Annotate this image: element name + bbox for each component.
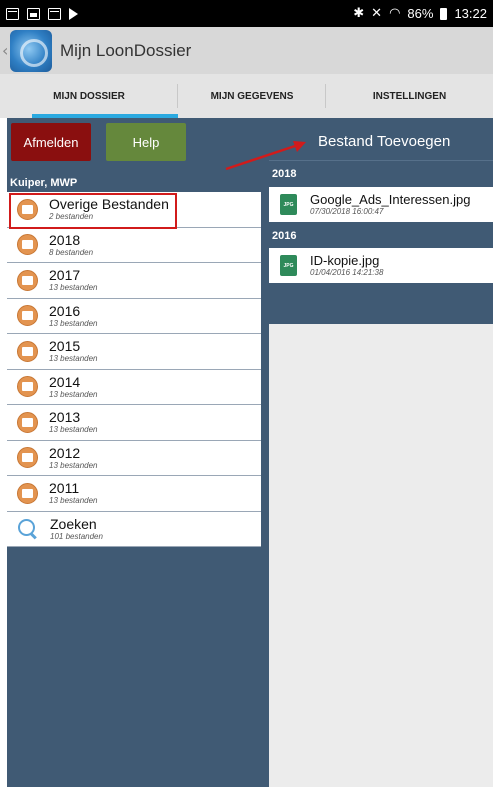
file-date: 01/04/2016 14:21:38 xyxy=(310,268,384,277)
tab-mijn-dossier[interactable]: MIJN DOSSIER xyxy=(0,74,178,118)
folder-name: 2014 xyxy=(49,373,81,390)
folder-item-2011[interactable]: 2011 13 bestanden xyxy=(7,476,261,512)
file-date: 07/30/2018 16:00:47 xyxy=(310,207,384,216)
clock: 13:22 xyxy=(454,6,487,21)
folder-count: 13 bestanden xyxy=(49,425,98,435)
folder-count: 13 bestanden xyxy=(49,389,98,399)
folder-icon xyxy=(17,447,38,469)
selection-highlight xyxy=(9,193,177,229)
wifi-icon: ◠ xyxy=(389,6,401,21)
gallery-icon xyxy=(27,7,40,20)
section-header-2016: 2016 xyxy=(272,230,297,242)
app-title: Mijn LoonDossier xyxy=(60,40,192,60)
folder-item-zoeken[interactable]: Zoeken 101 bestanden xyxy=(7,512,261,547)
folder-item-2018[interactable]: 2018 8 bestanden xyxy=(7,228,261,263)
folder-item-2014[interactable]: 2014 13 bestanden xyxy=(7,370,261,405)
tab-label: INSTELLINGEN xyxy=(372,90,447,102)
folder-icon xyxy=(17,269,38,291)
folder-count: 8 bestanden xyxy=(49,247,94,257)
folder-count: 101 bestanden xyxy=(50,531,103,541)
user-name: Kuiper, MWP xyxy=(10,177,78,189)
battery-icon xyxy=(440,7,448,20)
folder-name: 2013 xyxy=(49,409,81,426)
folder-name: 2017 xyxy=(49,267,81,284)
folder-icon xyxy=(17,305,38,327)
folder-name: 2011 xyxy=(49,480,80,497)
tab-label: MIJN DOSSIER xyxy=(53,90,125,102)
file-row-google-ads[interactable]: JPG Google_Ads_Interessen.jpg 07/30/2018… xyxy=(269,187,493,222)
folder-icon xyxy=(17,376,38,398)
status-bar: ✱ ✕ ◠ 86% 13:22 xyxy=(0,0,493,27)
section-header-2018: 2018 xyxy=(272,168,297,180)
file-name: Google_Ads_Interessen.jpg xyxy=(310,192,471,207)
folder-name: 2015 xyxy=(49,338,81,355)
folder-count: 13 bestanden xyxy=(49,460,98,470)
file-row-id-kopie[interactable]: JPG ID-kopie.jpg 01/04/2016 14:21:38 xyxy=(269,248,493,283)
folder-item-2016[interactable]: 2016 13 bestanden xyxy=(7,299,261,334)
folder-count: 13 bestanden xyxy=(49,496,98,506)
folder-icon xyxy=(17,411,38,433)
logout-button[interactable]: Afmelden xyxy=(11,123,91,161)
folder-name: 2016 xyxy=(49,302,81,319)
play-store-icon xyxy=(69,7,78,20)
folder-name: 2012 xyxy=(49,444,81,461)
app-root: ✱ ✕ ◠ 86% 13:22 ‹ Mijn LoonDossier MIJN … xyxy=(0,0,493,787)
folder-item-2015[interactable]: 2015 13 bestanden xyxy=(7,334,261,370)
folder-item-2012[interactable]: 2012 13 bestanden xyxy=(7,441,261,476)
help-button[interactable]: Help xyxy=(106,123,186,161)
folder-icon xyxy=(17,340,38,362)
file-panel: Bestand Toevoegen 2018 JPG Google_Ads_In… xyxy=(269,118,493,787)
search-icon xyxy=(17,518,39,540)
folder-name: 2018 xyxy=(49,231,81,248)
battery-percent: 86% xyxy=(407,6,434,21)
back-chevron-icon[interactable]: ‹ xyxy=(0,41,10,60)
folder-icon xyxy=(17,234,38,256)
app-bar: ‹ Mijn LoonDossier xyxy=(0,27,493,74)
folder-item-2013[interactable]: 2013 13 bestanden xyxy=(7,405,261,441)
file-name: ID-kopie.jpg xyxy=(310,253,380,268)
tab-label: MIJN GEGEVENS xyxy=(210,90,294,102)
mute-icon: ✕ xyxy=(371,6,383,21)
folder-list: Overige Bestanden 2 bestanden 2018 8 bes… xyxy=(7,192,261,547)
folder-item-overige-bestanden[interactable]: Overige Bestanden 2 bestanden xyxy=(7,192,261,229)
folder-icon xyxy=(17,482,38,504)
calendar-icon xyxy=(6,7,19,20)
tab-instellingen[interactable]: INSTELLINGEN xyxy=(326,74,493,118)
tab-mijn-gegevens[interactable]: MIJN GEGEVENS xyxy=(178,74,326,118)
folder-count: 13 bestanden xyxy=(49,354,98,364)
add-file-button[interactable]: Bestand Toevoegen xyxy=(269,123,493,161)
folder-panel: Afmelden Help Kuiper, MWP Overige Bestan… xyxy=(7,118,269,787)
bluetooth-icon: ✱ xyxy=(353,6,365,21)
folder-name: Zoeken xyxy=(50,515,97,532)
jpg-file-icon: JPG xyxy=(280,194,297,215)
calendar-icon xyxy=(48,7,61,20)
jpg-file-icon: JPG xyxy=(280,255,297,276)
folder-count: 13 bestanden xyxy=(49,318,98,328)
folder-item-2017[interactable]: 2017 13 bestanden xyxy=(7,263,261,299)
app-logo-icon[interactable] xyxy=(10,29,52,72)
tab-bar: MIJN DOSSIER MIJN GEGEVENS INSTELLINGEN xyxy=(0,74,493,118)
folder-count: 13 bestanden xyxy=(49,283,98,293)
